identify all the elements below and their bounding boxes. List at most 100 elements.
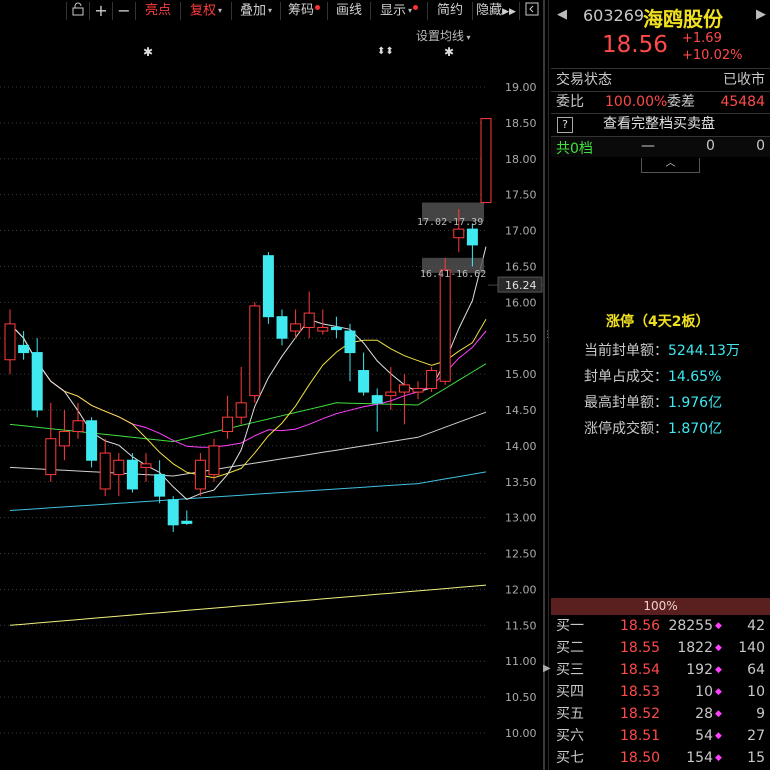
candle-body[interactable] bbox=[317, 326, 329, 332]
candle-body[interactable] bbox=[4, 323, 16, 361]
panel-divider[interactable] bbox=[543, 0, 545, 770]
bid-volume: 28 bbox=[695, 706, 713, 722]
chart-toolbar: + − 亮点 复权 ▾ 叠加 ▾ 筹码 画线 显示 ▾ 简约 隐藏▶▶ bbox=[0, 0, 543, 22]
candle-body[interactable] bbox=[154, 474, 166, 497]
candle-body[interactable] bbox=[276, 316, 288, 339]
highlight-label: 亮点 bbox=[144, 3, 171, 18]
event-star-icon[interactable]: ✱ bbox=[143, 45, 153, 59]
total-dash: — bbox=[641, 138, 655, 154]
candle-body[interactable] bbox=[45, 438, 57, 476]
side-handle-icon[interactable]: ⋮ bbox=[543, 330, 552, 344]
collapse-up-icon[interactable]: ︿ bbox=[641, 158, 700, 173]
stock-name[interactable]: 海鸥股份 bbox=[643, 3, 723, 32]
candle-body[interactable] bbox=[412, 387, 424, 393]
bid-row[interactable]: 买二 18.55 1822 ◆ 140 bbox=[551, 637, 770, 659]
y-tick-label: 12.50 bbox=[505, 548, 537, 561]
ma10-line bbox=[9, 319, 487, 479]
candle-body[interactable] bbox=[140, 463, 152, 468]
candle-body[interactable] bbox=[194, 459, 206, 490]
plus-icon[interactable]: + bbox=[89, 2, 112, 20]
ma-settings-label: 设置均线 bbox=[416, 29, 465, 43]
display-label: 显示 bbox=[379, 3, 406, 19]
event-arrows-icon[interactable]: ⬍⬍ bbox=[377, 46, 394, 57]
chips-button[interactable]: 筹码 bbox=[280, 2, 327, 20]
candle-body[interactable] bbox=[18, 344, 30, 354]
simple-button[interactable]: 简约 bbox=[427, 2, 472, 20]
bid-volume: 1822 bbox=[677, 640, 713, 656]
caret-down-icon: ▾ bbox=[218, 6, 223, 15]
candle-body[interactable] bbox=[262, 255, 274, 318]
weibi-label: 委比 bbox=[556, 94, 584, 110]
candle-body[interactable] bbox=[385, 391, 397, 397]
candle-body[interactable] bbox=[426, 370, 438, 389]
candle-body[interactable] bbox=[126, 459, 138, 490]
weicha-value: 45484 bbox=[720, 94, 765, 110]
bid-row[interactable]: 买三 18.54 192 ◆ 64 bbox=[551, 659, 770, 681]
stat-key: 封单占成交： bbox=[584, 369, 668, 385]
candle-body[interactable] bbox=[113, 459, 125, 476]
draw-line-button[interactable]: 画线 bbox=[327, 2, 370, 20]
kline-chart[interactable]: 19.00 18.50 18.00 17.50 17.00 16.50 16.00 15.50… bbox=[0, 0, 543, 770]
candle-body[interactable] bbox=[222, 416, 234, 433]
minus-icon[interactable]: − bbox=[112, 2, 135, 20]
overlay-button[interactable]: 叠加 ▾ bbox=[231, 2, 280, 20]
display-button[interactable]: 显示 ▾ bbox=[370, 2, 427, 20]
candle-body[interactable] bbox=[480, 118, 492, 204]
highlight-button[interactable]: 亮点 bbox=[135, 2, 180, 20]
trade-status-row: 交易状态 已收市 bbox=[551, 69, 770, 91]
total-value-1: 0 bbox=[706, 138, 715, 154]
stat-row: 最高封单额：1.976亿 bbox=[584, 392, 722, 412]
candle-body[interactable] bbox=[303, 312, 315, 328]
ma-settings-button[interactable]: 设置均线 ▾ bbox=[416, 27, 471, 44]
bid-count: 42 bbox=[747, 618, 765, 634]
bid-row[interactable]: 买七 18.50 154 ◆ 15 bbox=[551, 747, 770, 769]
y-tick-label: 16.50 bbox=[505, 260, 537, 273]
candle-body[interactable] bbox=[181, 520, 193, 524]
candle-body[interactable] bbox=[249, 305, 261, 397]
bid-price: 18.55 bbox=[620, 640, 661, 656]
candle-body[interactable] bbox=[99, 452, 111, 490]
collapse-icon[interactable] bbox=[519, 2, 544, 20]
event-star-icon[interactable]: ✱ bbox=[444, 45, 454, 59]
expand-arrow-icon[interactable]: ▶ bbox=[543, 663, 551, 681]
candle-body[interactable] bbox=[167, 499, 179, 526]
candle-body[interactable] bbox=[72, 420, 84, 433]
candle-body[interactable] bbox=[439, 269, 451, 382]
price-change-pct: +10.02% bbox=[682, 48, 743, 63]
candle-body[interactable] bbox=[235, 402, 247, 418]
next-stock-icon[interactable]: ▶ bbox=[756, 7, 766, 22]
candle-body[interactable] bbox=[398, 384, 410, 393]
caret-down-icon: ▾ bbox=[268, 6, 273, 15]
adjust-button[interactable]: 复权 ▾ bbox=[180, 2, 231, 20]
candle-body[interactable] bbox=[371, 395, 383, 404]
candle-body[interactable] bbox=[466, 228, 478, 246]
bid-count: 64 bbox=[747, 662, 765, 678]
bid-count: 140 bbox=[738, 640, 765, 656]
candle-body[interactable] bbox=[208, 445, 220, 476]
view-full-label: 查看完整档买卖盘 bbox=[603, 116, 715, 132]
bid-row[interactable]: 买一 18.56 28255 ◆ 42 bbox=[551, 615, 770, 637]
bid-row[interactable]: 买四 18.53 10 ◆ 10 bbox=[551, 681, 770, 703]
overlay-label: 叠加 bbox=[239, 3, 266, 19]
bid-row[interactable]: 买五 18.52 28 ◆ 9 bbox=[551, 703, 770, 725]
draw-line-label: 画线 bbox=[335, 3, 362, 18]
candle-body[interactable] bbox=[86, 420, 98, 461]
candle-body[interactable] bbox=[290, 323, 302, 332]
candle-body[interactable] bbox=[358, 370, 370, 393]
lock-icon[interactable] bbox=[66, 2, 89, 20]
candle-body[interactable] bbox=[453, 228, 465, 239]
candle-body[interactable] bbox=[31, 352, 43, 411]
bid-row[interactable]: 买六 18.51 54 ◆ 27 bbox=[551, 725, 770, 747]
candle-body[interactable] bbox=[330, 326, 342, 331]
y-tick-label: 13.00 bbox=[505, 512, 537, 525]
candle-body[interactable] bbox=[344, 330, 356, 354]
adjust-label: 复权 bbox=[189, 3, 216, 19]
prev-stock-icon[interactable]: ◀ bbox=[557, 7, 567, 22]
stat-value: 1.976亿 bbox=[668, 395, 723, 411]
hide-button[interactable]: 隐藏▶▶ bbox=[472, 2, 519, 20]
stat-row: 封单占成交：14.65% bbox=[584, 366, 721, 386]
stat-key: 最高封单额： bbox=[584, 395, 668, 411]
candle-body[interactable] bbox=[58, 431, 70, 447]
diamond-icon: ◆ bbox=[715, 687, 722, 697]
view-full-orderbook-link[interactable]: 查看完整档买卖盘 bbox=[551, 113, 770, 135]
